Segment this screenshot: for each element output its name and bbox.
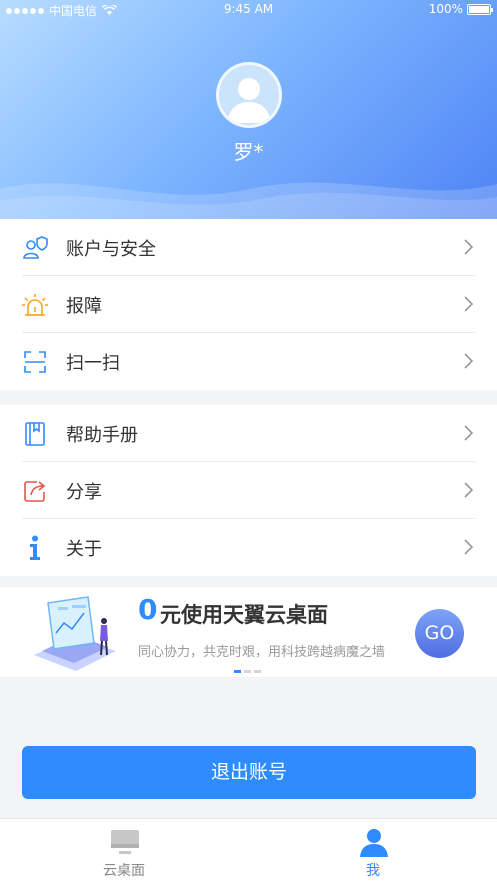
alarm-icon [22,292,48,318]
menu-item-about[interactable]: 关于 [0,519,497,576]
account-security-icon [22,235,48,261]
promo-zero: 0 [138,593,158,626]
tab-bar: 云桌面 我 [0,818,497,883]
chevron-right-icon [464,353,474,369]
logout-button[interactable]: 退出账号 [22,746,476,799]
carousel-dot[interactable] [234,670,241,673]
menu-group-help: 帮助手册 分享 关于 [0,405,497,576]
menu-item-label: 分享 [66,481,102,503]
chevron-right-icon [464,539,474,555]
chevron-right-icon [464,296,474,312]
scan-icon [22,349,48,375]
menu-group-account: 账户与安全 报障 扫一扫 [0,219,497,390]
go-button[interactable]: GO [415,609,464,658]
manual-icon [22,421,48,447]
menu-item-scan[interactable]: 扫一扫 [0,333,497,390]
menu-item-label: 帮助手册 [66,424,138,446]
promo-banner[interactable]: 0 元使用天翼云桌面 同心协力，共克时艰，用科技跨越病魔之墙 GO [0,587,497,677]
person-icon [360,829,388,857]
menu-item-report-fault[interactable]: 报障 [0,276,497,333]
status-bar: 中国电信 9:45 AM 100% [0,0,497,20]
menu-item-label: 报障 [66,295,102,317]
profile-header: 中国电信 9:45 AM 100% 罗* [0,0,497,219]
carousel-dot[interactable] [254,670,261,673]
avatar[interactable] [216,62,282,128]
menu-item-label: 账户与安全 [66,238,156,260]
promo-illustration [34,596,116,671]
menu-item-share[interactable]: 分享 [0,462,497,519]
status-time: 9:45 AM [223,2,274,16]
carousel-dot[interactable] [244,670,251,673]
battery-icon [467,3,493,15]
battery-percent: 100% [428,2,463,16]
promo-subtitle: 同心协力，共克时艰，用科技跨越病魔之墙 [138,645,386,660]
menu-item-help-manual[interactable]: 帮助手册 [0,405,497,462]
tab-cloud-desktop[interactable]: 云桌面 [0,819,248,883]
menu-item-account-security[interactable]: 账户与安全 [0,219,497,276]
wave-decoration [0,182,497,219]
tab-label: 我 [366,863,380,879]
menu-item-label: 扫一扫 [66,352,120,374]
carousel-indicator [234,670,261,673]
desktop-icon [111,830,139,854]
info-icon [22,535,48,561]
menu-item-label: 关于 [66,538,102,560]
default-avatar-icon [227,78,271,123]
share-icon [22,478,48,504]
tab-me[interactable]: 我 [249,819,497,883]
chevron-right-icon [464,482,474,498]
tab-label: 云桌面 [103,863,145,879]
promo-title: 元使用天翼云桌面 [160,603,328,627]
chevron-right-icon [464,239,474,255]
chevron-right-icon [464,425,474,441]
